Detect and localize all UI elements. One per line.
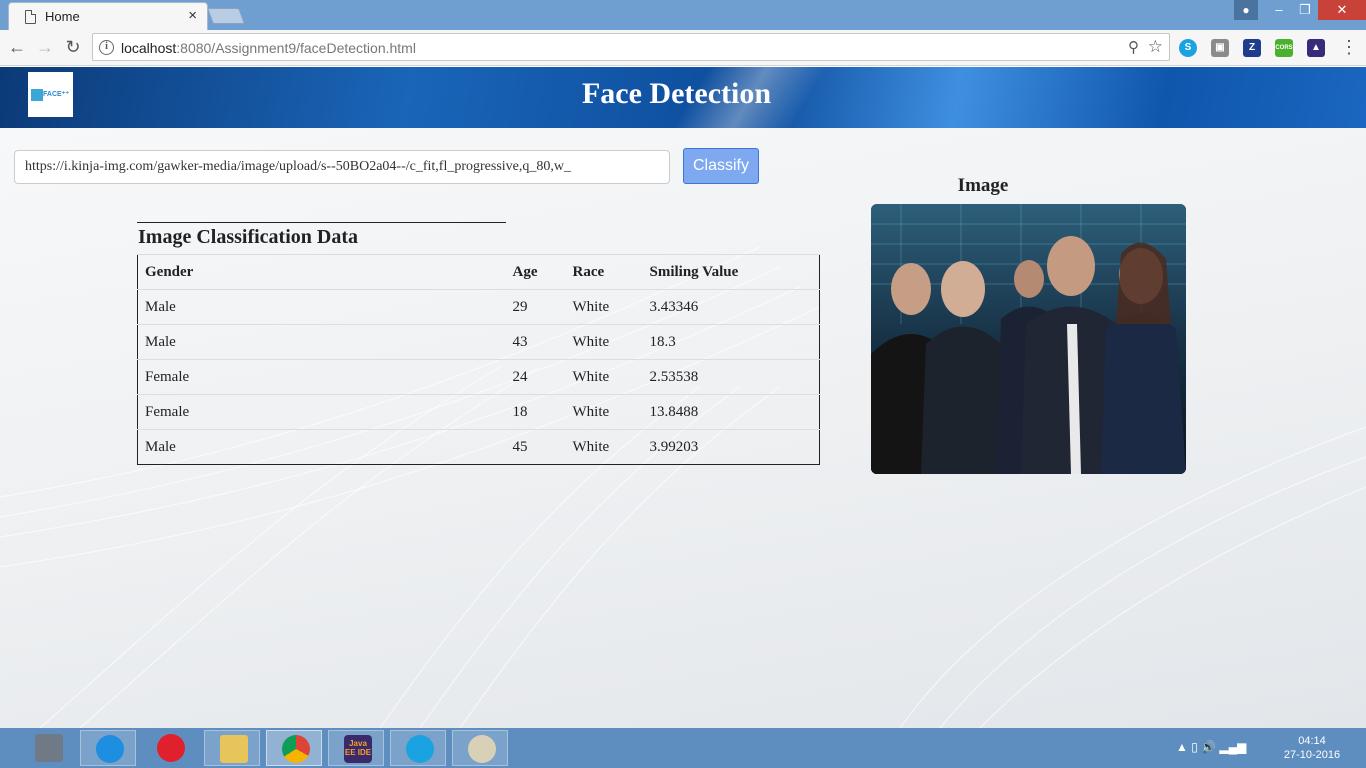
minimize-button[interactable]: – (1266, 0, 1292, 20)
cell-gender: Male (137, 289, 506, 325)
classification-table: Gender Age Race Smiling Value Male 29 Wh… (137, 254, 820, 465)
table-caption: Image Classification Data (138, 226, 358, 248)
table-row: Male 43 White 18.3 (137, 324, 820, 360)
cell-smiling-value: 18.3 (642, 324, 820, 360)
internet-explorer-icon[interactable] (80, 730, 136, 766)
clock[interactable]: 04:14 27-10-2016 (1282, 734, 1342, 762)
table-caption-box: Image Classification Data (137, 222, 506, 254)
address-bar[interactable]: i localhost:8080/Assignment9/faceDetecti… (92, 33, 1170, 61)
classify-button[interactable]: Classify (683, 148, 759, 184)
cell-race: White (565, 289, 643, 325)
address-url[interactable]: localhost:8080/Assignment9/faceDetection… (121, 40, 416, 56)
clock-time: 04:14 (1298, 735, 1326, 747)
eclipse-ide-icon[interactable]: Java EE IDE (328, 730, 384, 766)
close-window-button[interactable]: ✕ (1318, 0, 1366, 20)
cell-race: White (565, 359, 643, 395)
table-header-row: Gender Age Race Smiling Value (137, 254, 820, 290)
back-button[interactable]: ← (6, 36, 28, 58)
cell-gender: Male (145, 438, 176, 455)
zoom-icon[interactable]: ⚲ (1128, 38, 1139, 56)
skype-icon[interactable]: S (1179, 39, 1197, 57)
cell-gender: Male (137, 324, 506, 360)
photo-illustration (871, 204, 1186, 474)
system-tray[interactable]: ▲ ▯ 🔊 ▂▄▆ (1176, 740, 1246, 754)
cell-age: 45 (512, 438, 528, 455)
zotero-icon[interactable]: Z (1243, 39, 1261, 57)
cell-race: White (572, 438, 610, 455)
bookmark-star-icon[interactable]: ☆ (1148, 37, 1163, 57)
browser-toolbar: ← → ↻ i localhost:8080/Assignment9/faceD… (0, 30, 1366, 66)
image-url-input[interactable] (14, 150, 670, 184)
table-row: Female 24 White 2.53538 (137, 359, 820, 395)
tab-close-icon[interactable]: × (188, 7, 197, 24)
user-icon[interactable]: ● (1234, 0, 1258, 20)
paint-icon[interactable] (452, 730, 508, 766)
cell-age: 24 (505, 359, 566, 395)
skype-icon[interactable] (390, 730, 446, 766)
clock-date: 27-10-2016 (1283, 749, 1341, 761)
tab-home[interactable]: Home × (8, 2, 208, 30)
cell-age: 18 (505, 394, 566, 430)
page-body: FACE⁺⁺ Face Detection Classify Image Cla… (0, 67, 1366, 728)
classified-photo (871, 204, 1186, 474)
cell-gender: Female (137, 394, 506, 430)
cell-smiling-value: 3.99203 (649, 438, 699, 455)
cell-race: White (565, 394, 643, 430)
laptop-icon[interactable] (20, 730, 76, 766)
page-icon (25, 10, 36, 24)
opera-icon[interactable] (142, 730, 198, 766)
page-title: Face Detection (581, 77, 772, 110)
table-row: Male 45 White 3.99203 (138, 430, 820, 465)
windows-taskbar: Java EE IDE ▲ ▯ 🔊 ▂▄▆ 04:14 27-10-2016 (0, 728, 1366, 768)
forward-button[interactable]: → (34, 36, 56, 58)
cell-smiling-value: 13.8488 (642, 394, 820, 430)
browser-titlebar: Home × ● – ❐ ✕ (0, 0, 1366, 30)
maximize-button[interactable]: ❐ (1292, 0, 1318, 20)
image-heading: Image (957, 175, 1009, 196)
chrome-menu-icon[interactable]: ⋮ (1340, 38, 1358, 56)
header-race: Race (565, 254, 643, 290)
cors-icon[interactable]: CORS (1275, 39, 1293, 57)
header-age: Age (505, 254, 566, 290)
cell-gender: Female (137, 359, 506, 395)
header-smiling-value: Smiling Value (642, 254, 820, 290)
table-row: Male 29 White 3.43346 (137, 289, 820, 325)
info-icon[interactable]: i (99, 40, 114, 55)
tab-title: Home (45, 9, 80, 24)
purple-ext-icon[interactable]: ▲ (1307, 39, 1325, 57)
header-gender: Gender (137, 254, 506, 290)
table-row: Female 18 White 13.8488 (137, 394, 820, 430)
file-explorer-icon[interactable] (204, 730, 260, 766)
cell-smiling-value: 3.43346 (642, 289, 820, 325)
header-banner: FACE⁺⁺ Face Detection (0, 67, 1366, 128)
cell-age: 43 (505, 324, 566, 360)
new-tab-button[interactable] (207, 8, 245, 24)
cell-race: White (565, 324, 643, 360)
cell-age: 29 (505, 289, 566, 325)
chrome-icon[interactable] (266, 730, 322, 766)
reload-button[interactable]: ↻ (62, 36, 84, 58)
cell-smiling-value: 2.53538 (642, 359, 820, 395)
pocket-icon[interactable]: ▣ (1211, 39, 1229, 57)
